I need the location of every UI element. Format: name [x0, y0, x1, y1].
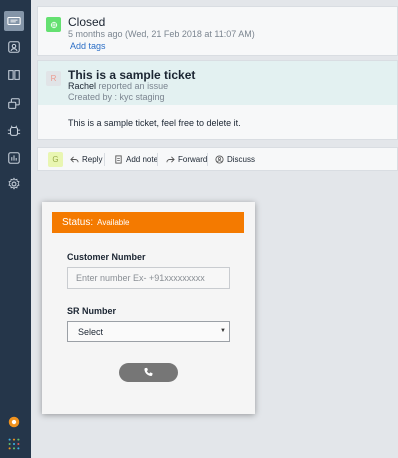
status-timestamp: 5 months ago (Wed, 21 Feb 2018 at 11:07 …: [68, 29, 255, 39]
ticket-body: This is a sample ticket, feel free to de…: [68, 118, 241, 128]
add-tags-link[interactable]: Add tags: [70, 41, 106, 51]
phone-icon: [144, 367, 153, 376]
ticket-header: R This is a sample ticket Rachel reporte…: [38, 61, 397, 105]
status-label: Status:: [62, 217, 94, 228]
toolbar-divider: [157, 153, 158, 166]
reply-toolbar: G Reply Add note Forward Discuss: [37, 147, 398, 171]
chevron-down-icon: ▼: [220, 328, 226, 334]
book-icon[interactable]: [4, 65, 24, 85]
status-title: Closed: [68, 15, 106, 29]
forward-button[interactable]: Forward: [166, 152, 207, 167]
status-value: Available: [97, 218, 130, 227]
sidebar: [0, 0, 31, 458]
add-note-button[interactable]: Add note: [114, 152, 158, 167]
sr-number-select[interactable]: Select ▼: [67, 321, 230, 342]
call-button[interactable]: [119, 363, 178, 382]
agent-avatar: G: [48, 152, 63, 167]
toolbar-divider: [104, 153, 105, 166]
status-icon: [46, 17, 61, 32]
ticket-icon[interactable]: [4, 11, 24, 31]
requester-name[interactable]: Rachel: [68, 81, 96, 91]
ticket-card: R This is a sample ticket Rachel reporte…: [37, 60, 398, 140]
note-icon: [115, 155, 122, 164]
requester-avatar: R: [46, 71, 61, 86]
agent-status-bar[interactable]: Status: Available: [52, 212, 244, 233]
bug-icon[interactable]: [4, 121, 24, 141]
discuss-icon: [215, 155, 224, 164]
toolbar-divider: [207, 153, 208, 166]
discuss-button[interactable]: Discuss: [215, 152, 255, 167]
report-icon[interactable]: [4, 148, 24, 168]
notification-icon[interactable]: [4, 412, 24, 432]
sr-number-label: SR Number: [67, 306, 117, 316]
reporter-action: reported an issue: [98, 81, 169, 91]
created-by: Created by : kyc staging: [68, 92, 165, 102]
sr-number-selected: Select: [78, 326, 104, 337]
status-update-card: Closed 5 months ago (Wed, 21 Feb 2018 at…: [37, 6, 398, 56]
apps-grid-icon[interactable]: [4, 434, 24, 454]
ticket-title: This is a sample ticket: [68, 68, 196, 82]
chat-icon[interactable]: [4, 94, 24, 114]
ticket-reporter: Rachel reported an issue: [68, 81, 168, 91]
customer-number-input[interactable]: [67, 267, 230, 289]
gear-icon[interactable]: [4, 174, 24, 194]
customer-number-label: Customer Number: [67, 252, 146, 262]
forward-icon: [166, 156, 175, 163]
reply-button[interactable]: Reply: [70, 152, 102, 167]
reply-icon: [70, 156, 79, 163]
dialer-popup: Status: Available Customer Number SR Num…: [42, 202, 255, 414]
contact-icon[interactable]: [4, 37, 24, 57]
